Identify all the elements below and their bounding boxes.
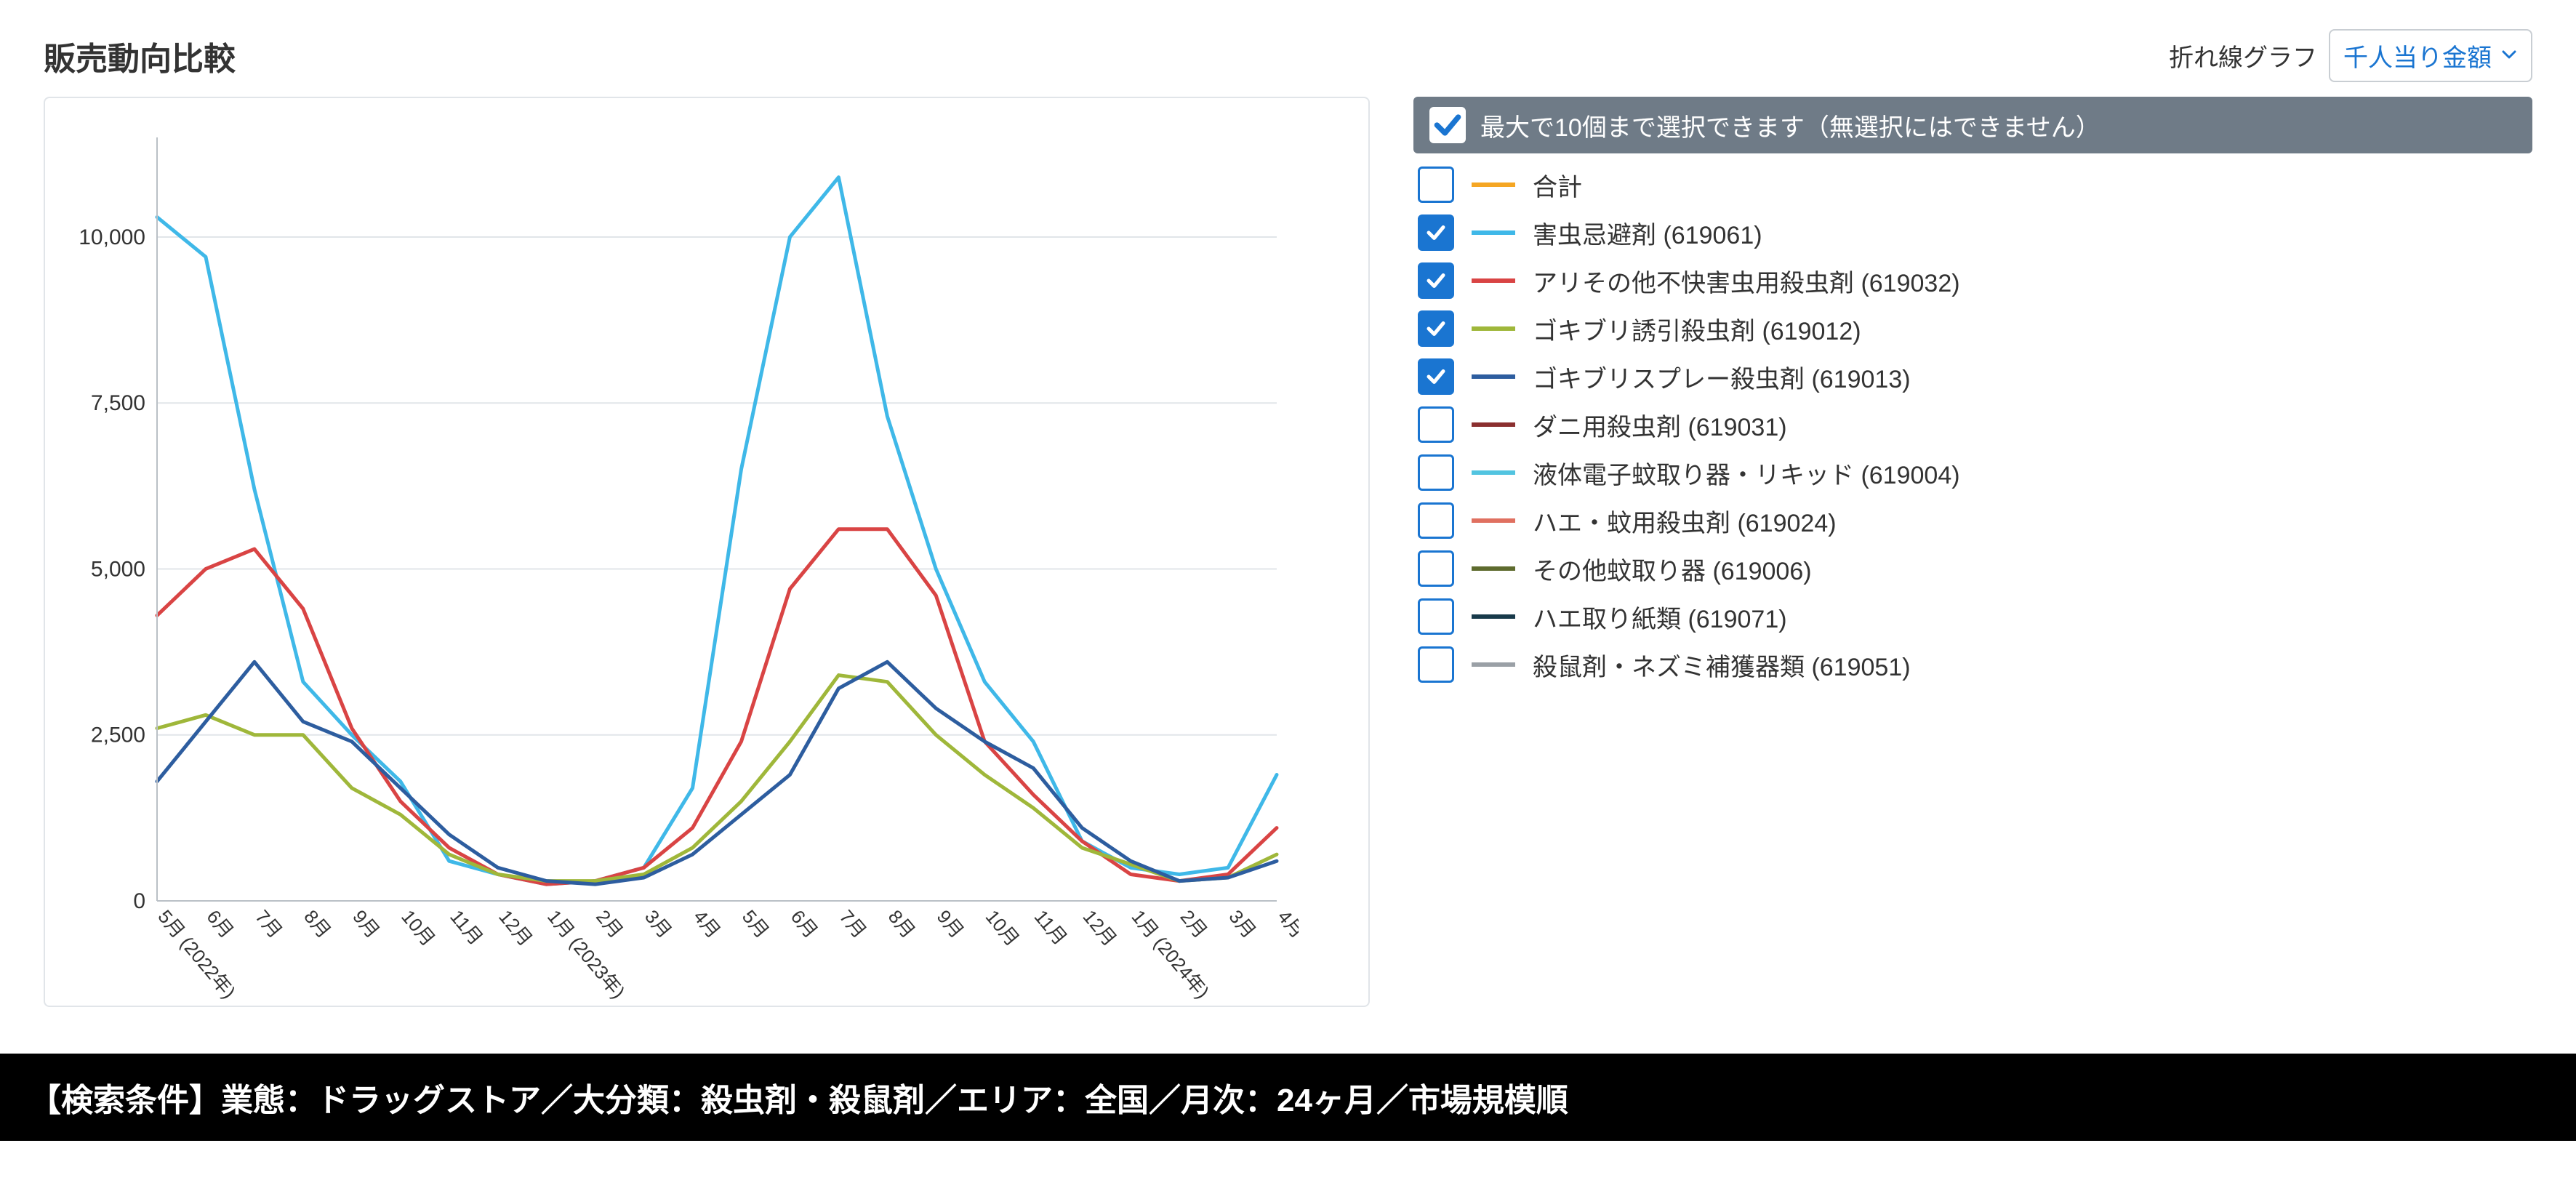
metric-dropdown[interactable]: 千人当り金額 [2329, 29, 2532, 82]
legend-label: 合計 [1533, 167, 1582, 203]
legend-item[interactable]: 殺鼠剤・ネズミ補獲器類 (619051) [1418, 646, 2532, 683]
legend-label: ゴキブリ誘引殺虫剤 (619012) [1533, 311, 1861, 347]
legend-checkbox[interactable] [1418, 262, 1454, 299]
legend-label: ゴキブリスプレー殺虫剤 (619013) [1533, 359, 1911, 395]
legend-item[interactable]: 害虫忌避剤 (619061) [1418, 214, 2532, 251]
search-conditions-footer: 【検索条件】業態：ドラッグストア／大分類：殺虫剤・殺鼠剤／エリア：全国／月次：2… [0, 1054, 2576, 1141]
legend-label: 液体電子蚊取り器・リキッド (619004) [1533, 455, 1960, 491]
svg-text:11月: 11月 [1030, 906, 1072, 950]
svg-text:12月: 12月 [1079, 906, 1121, 950]
legend-swatch [1472, 518, 1515, 523]
legend-label: ハエ・蚊用殺虫剤 (619024) [1533, 503, 1837, 539]
legend-checkbox[interactable] [1418, 358, 1454, 395]
svg-text:12月: 12月 [494, 906, 537, 950]
svg-text:0: 0 [133, 889, 145, 913]
legend-checkbox[interactable] [1418, 214, 1454, 251]
legend-swatch [1472, 614, 1515, 619]
legend-swatch [1472, 326, 1515, 331]
page-title: 販売動向比較 [44, 33, 236, 79]
svg-text:6月: 6月 [787, 906, 822, 942]
svg-text:3月: 3月 [641, 906, 676, 942]
legend-label: その他蚊取り器 (619006) [1533, 551, 1812, 587]
legend-checkbox[interactable] [1418, 454, 1454, 491]
legend-header-text: 最大で10個まで選択できます（無選択にはできません） [1480, 108, 2100, 143]
legend-swatch [1472, 566, 1515, 571]
svg-text:10月: 10月 [397, 906, 439, 950]
legend-label: ダニ用殺虫剤 (619031) [1533, 407, 1787, 443]
svg-text:5,000: 5,000 [91, 557, 145, 581]
svg-text:2月: 2月 [1176, 906, 1211, 942]
legend-checkbox[interactable] [1418, 646, 1454, 683]
select-all-checkbox[interactable] [1429, 107, 1466, 143]
legend-swatch [1472, 278, 1515, 283]
legend-item[interactable]: ゴキブリ誘引殺虫剤 (619012) [1418, 310, 2532, 347]
svg-text:2,500: 2,500 [91, 723, 145, 747]
legend-swatch [1472, 230, 1515, 235]
chevron-down-icon [2500, 41, 2518, 70]
svg-text:6月: 6月 [202, 906, 238, 942]
svg-text:7,500: 7,500 [91, 391, 145, 415]
legend-item[interactable]: ダニ用殺虫剤 (619031) [1418, 406, 2532, 443]
svg-text:11月: 11月 [446, 906, 487, 950]
legend-label: 害虫忌避剤 (619061) [1533, 215, 1762, 251]
svg-text:4月: 4月 [689, 906, 725, 942]
legend-checkbox[interactable] [1418, 502, 1454, 539]
legend-checkbox[interactable] [1418, 598, 1454, 635]
legend-item[interactable]: ハエ取り紙類 (619071) [1418, 598, 2532, 635]
legend-checkbox[interactable] [1418, 167, 1454, 203]
svg-text:8月: 8月 [884, 906, 920, 942]
legend-checkbox[interactable] [1418, 550, 1454, 587]
legend-item[interactable]: ゴキブリスプレー殺虫剤 (619013) [1418, 358, 2532, 395]
svg-text:2月: 2月 [592, 906, 627, 942]
svg-text:3月: 3月 [1224, 906, 1260, 942]
legend-label: アリその他不快害虫用殺虫剤 (619032) [1533, 263, 1960, 299]
legend-header[interactable]: 最大で10個まで選択できます（無選択にはできません） [1413, 97, 2532, 153]
dropdown-value: 千人当り金額 [2343, 38, 2492, 73]
legend-checkbox[interactable] [1418, 406, 1454, 443]
svg-text:8月: 8月 [300, 906, 335, 942]
legend-item[interactable]: 合計 [1418, 167, 2532, 203]
legend-swatch [1472, 374, 1515, 379]
legend-item[interactable]: アリその他不快害虫用殺虫剤 (619032) [1418, 262, 2532, 299]
svg-text:4月: 4月 [1273, 906, 1299, 942]
svg-text:9月: 9月 [933, 906, 968, 942]
svg-text:7月: 7月 [251, 906, 286, 942]
legend-swatch [1472, 470, 1515, 475]
svg-text:7月: 7月 [835, 906, 871, 942]
legend-label: 殺鼠剤・ネズミ補獲器類 (619051) [1533, 647, 1911, 683]
legend-swatch [1472, 183, 1515, 187]
legend-swatch [1472, 422, 1515, 427]
legend-checkbox[interactable] [1418, 310, 1454, 347]
legend-item[interactable]: 液体電子蚊取り器・リキッド (619004) [1418, 454, 2532, 491]
svg-text:10,000: 10,000 [79, 225, 145, 249]
svg-text:10月: 10月 [982, 906, 1024, 950]
graph-type-label: 折れ線グラフ [2169, 38, 2317, 73]
line-chart: 02,5005,0007,50010,0005月 (2022年)6月7月8月9月… [63, 116, 1299, 1046]
svg-text:9月: 9月 [348, 906, 384, 942]
legend-panel: 最大で10個まで選択できます（無選択にはできません） 合計害虫忌避剤 (6190… [1413, 97, 2532, 683]
chart-container: 02,5005,0007,50010,0005月 (2022年)6月7月8月9月… [44, 97, 1370, 1007]
legend-swatch [1472, 662, 1515, 667]
legend-item[interactable]: ハエ・蚊用殺虫剤 (619024) [1418, 502, 2532, 539]
legend-label: ハエ取り紙類 (619071) [1533, 599, 1787, 635]
legend-item[interactable]: その他蚊取り器 (619006) [1418, 550, 2532, 587]
svg-text:5月: 5月 [738, 906, 774, 942]
